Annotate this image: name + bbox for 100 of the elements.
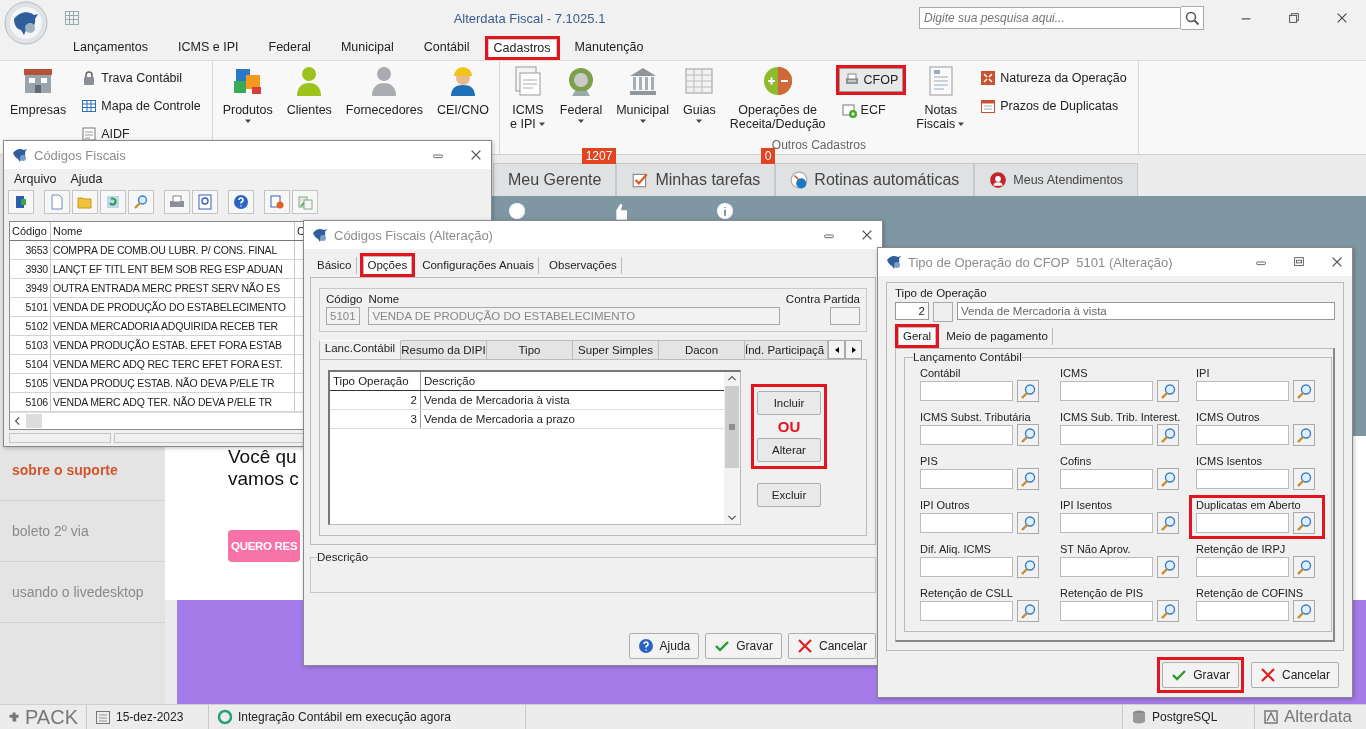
search-field[interactable]: Digite sua pesquisa aqui... — [919, 7, 1181, 29]
ribbon-button[interactable]: CEI/CNO — [433, 61, 494, 117]
tab[interactable]: Tipo — [487, 340, 573, 359]
column-header[interactable]: Nome — [51, 222, 295, 240]
ribbon-button[interactable]: Municipal — [612, 61, 673, 125]
menu-tab[interactable]: Lançamentos — [61, 37, 161, 57]
ribbon-button[interactable]: Fornecedores — [341, 61, 427, 117]
lookup-button[interactable] — [1157, 556, 1179, 578]
lookup-button[interactable] — [1293, 600, 1315, 622]
menu-tab[interactable]: Municipal — [328, 37, 406, 57]
lookup-button[interactable] — [1017, 556, 1039, 578]
close-icon[interactable] — [1335, 11, 1349, 25]
input-field[interactable] — [1060, 557, 1153, 577]
ribbon-button[interactable]: Operações de Receita/Dedução — [725, 61, 830, 131]
lookup-button[interactable] — [1293, 424, 1315, 446]
ribbon-button[interactable]: Empresas — [6, 61, 71, 117]
tab[interactable]: Super Simples — [573, 340, 659, 359]
tab[interactable]: Dacon — [659, 340, 745, 359]
ribbon-button[interactable]: CFOP — [838, 68, 904, 92]
menu-tab[interactable]: ICMS e IPI — [166, 37, 251, 57]
lookup-button[interactable] — [1157, 512, 1179, 534]
input-field[interactable] — [1196, 469, 1289, 489]
input-field[interactable] — [1196, 381, 1289, 401]
toolbar-button[interactable] — [100, 190, 126, 214]
action-button[interactable]: Alterar — [757, 438, 821, 462]
ribbon-button[interactable]: Notas Fiscais — [912, 61, 970, 131]
scroll-thumb[interactable] — [26, 414, 42, 428]
toolbar-button[interactable] — [192, 190, 218, 214]
lookup-button[interactable] — [1157, 380, 1179, 402]
type-code-field[interactable]: 2 — [895, 302, 929, 320]
lookup-button[interactable] — [1293, 468, 1315, 490]
ribbon-button[interactable]: Mapa de Controle — [79, 96, 203, 116]
restore-icon[interactable] — [1287, 11, 1301, 25]
save-button[interactable]: Gravar — [705, 633, 782, 659]
tab[interactable]: Configurações Anuais — [418, 257, 540, 274]
lookup-button[interactable] — [1157, 600, 1179, 622]
save-button[interactable]: Gravar — [1162, 662, 1239, 688]
toolbar-button[interactable] — [8, 190, 34, 214]
search-button[interactable] — [1181, 6, 1204, 30]
ribbon-button[interactable]: Trava Contábil — [79, 68, 203, 88]
column-header[interactable]: Código — [10, 222, 51, 240]
cancel-button[interactable]: Cancelar — [1250, 662, 1339, 688]
ribbon-button[interactable]: Natureza da Operação — [978, 68, 1129, 88]
lookup-button[interactable] — [1157, 468, 1179, 490]
column-header[interactable]: Descrição — [421, 372, 724, 390]
tab[interactable]: Básico — [313, 257, 357, 274]
scrollbar[interactable] — [724, 372, 740, 524]
type-description-field[interactable]: Venda de Mercadoria à vista — [957, 302, 1335, 320]
menu-item[interactable]: Ajuda — [70, 172, 103, 186]
app-logo-icon[interactable] — [4, 1, 48, 45]
input-field[interactable] — [1060, 513, 1153, 533]
menu-tab[interactable]: Contábil — [411, 37, 482, 57]
ribbon-button[interactable]: Produtos — [218, 61, 277, 125]
ribbon-button[interactable]: ECF — [838, 100, 904, 120]
input-field[interactable] — [1060, 469, 1153, 489]
close-icon[interactable] — [860, 228, 874, 242]
grid-icon[interactable] — [64, 10, 80, 26]
input-field[interactable] — [1196, 601, 1289, 621]
input-field[interactable] — [920, 425, 1013, 445]
tab[interactable]: Resumo da DIPI — [401, 340, 487, 359]
toolbar-button[interactable] — [264, 190, 290, 214]
menu-tab[interactable]: Cadastros — [487, 39, 557, 57]
column-header[interactable]: Tipo Operação — [330, 372, 421, 390]
lookup-button[interactable] — [1293, 512, 1315, 534]
tab[interactable]: Índ. Participaçã — [745, 340, 828, 359]
menu-tab[interactable]: Manutenção — [562, 37, 656, 57]
lookup-button[interactable] — [1017, 512, 1039, 534]
close-icon[interactable] — [469, 148, 483, 162]
input-field[interactable] — [1060, 381, 1153, 401]
counterpart-field[interactable] — [830, 307, 860, 325]
delete-button[interactable]: Excluir — [757, 483, 821, 507]
scroll-right-button[interactable] — [845, 340, 862, 359]
input-field[interactable] — [920, 601, 1013, 621]
toolbar-button[interactable] — [228, 190, 254, 214]
ribbon-button[interactable]: Guias — [679, 61, 720, 125]
toolbar-button[interactable] — [164, 190, 190, 214]
input-field[interactable] — [1060, 601, 1153, 621]
lookup-button[interactable] — [1157, 424, 1179, 446]
home-tab[interactable]: Meu Gerente — [493, 163, 617, 196]
toolbar-button[interactable] — [128, 190, 154, 214]
input-field[interactable] — [920, 469, 1013, 489]
home-tab[interactable]: Meus Atendimentos — [974, 163, 1139, 196]
lookup-button[interactable] — [933, 302, 953, 322]
input-field[interactable] — [1196, 557, 1289, 577]
home-tab[interactable]: Minhas tarefas — [616, 163, 776, 196]
menu-item[interactable]: Arquivo — [14, 172, 57, 186]
lookup-button[interactable] — [1017, 468, 1039, 490]
input-field[interactable] — [920, 513, 1013, 533]
tab[interactable]: Meio de pagamento — [942, 328, 1053, 345]
input-field[interactable] — [1196, 425, 1289, 445]
cancel-button[interactable]: Cancelar — [787, 633, 876, 659]
lookup-button[interactable] — [1293, 556, 1315, 578]
tab[interactable]: Observações — [545, 257, 622, 274]
close-icon[interactable] — [1330, 255, 1344, 269]
lookup-button[interactable] — [1017, 380, 1039, 402]
ribbon-button[interactable]: Prazos de Duplicatas — [978, 96, 1129, 116]
tab[interactable]: Geral — [898, 327, 937, 345]
input-field[interactable] — [1060, 425, 1153, 445]
lookup-button[interactable] — [1017, 600, 1039, 622]
tab[interactable]: Lanc.Contábil — [319, 340, 401, 359]
